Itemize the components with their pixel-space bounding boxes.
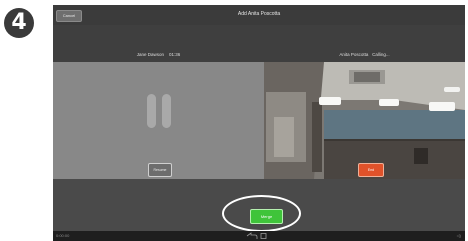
tablet-screen: Cancel Add Anita Poscotta Jane Dawson 01… [53,5,465,241]
volume-indicator: ◁) [456,233,461,238]
status-time: 0:00:00 [56,233,70,238]
resume-button[interactable]: Resume [148,163,172,177]
system-nav-bar: 0:00:00 ◁) [53,231,465,241]
held-participant-label: Jane Dawson 01:36 [53,52,264,57]
office-camera-image [264,62,465,179]
home-icon[interactable] [260,233,267,239]
nav-buttons [246,232,267,239]
back-icon[interactable] [246,232,258,239]
merge-highlight-ring [222,195,301,232]
calling-status: Calling... [372,52,390,57]
participant-name-bar: Jane Dawson 01:36 Anita Poscotta Calling… [53,48,465,62]
top-bar: Cancel Add Anita Poscotta [53,5,465,25]
end-call-button[interactable]: End [358,163,384,177]
calling-participant-name: Anita Poscotta [339,52,369,57]
step-number-badge: 4 [4,8,34,38]
call-timer: 01:36 [169,52,181,57]
held-participant-name: Jane Dawson [136,52,164,57]
video-preview-pane: End [264,62,465,179]
page-title: Add Anita Poscotta [237,11,281,17]
held-call-pane: Resume [53,62,264,179]
calling-participant-label: Anita Poscotta Calling... [264,52,465,57]
